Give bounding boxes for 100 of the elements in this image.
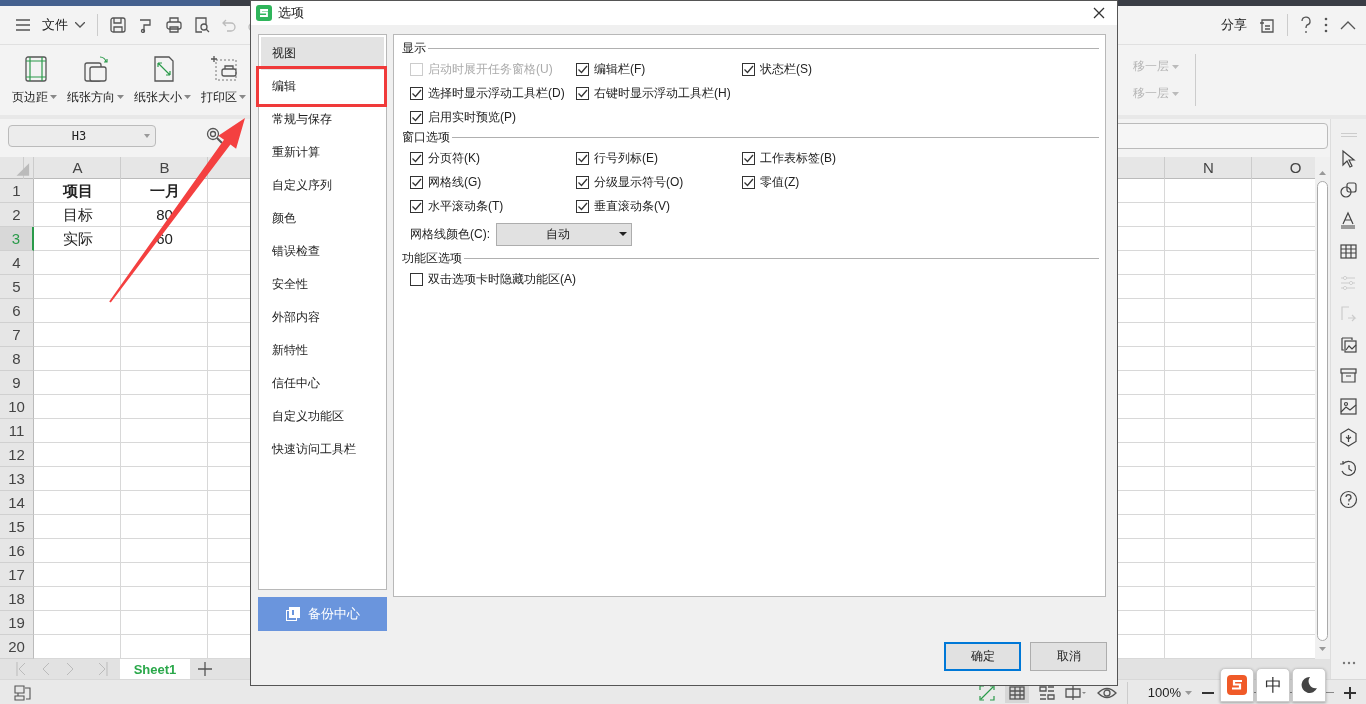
- ime-moon-key[interactable]: [1292, 668, 1326, 702]
- table-icon[interactable]: [1339, 242, 1358, 261]
- checkbox[interactable]: 分页符(K): [410, 149, 480, 167]
- checkbox[interactable]: 选择时显示浮动工具栏(D): [410, 84, 565, 102]
- ime-mode-key[interactable]: 中: [1256, 668, 1290, 702]
- save-icon[interactable]: [110, 17, 126, 33]
- category-item[interactable]: 快速访问工具栏: [261, 433, 384, 466]
- category-item[interactable]: 安全性: [261, 268, 384, 301]
- checkbox[interactable]: 分级显示符号(O): [576, 173, 684, 191]
- eye-icon[interactable]: [1096, 685, 1117, 700]
- cursor-icon[interactable]: [1339, 149, 1358, 168]
- text-style-icon[interactable]: [1339, 211, 1358, 230]
- print-preview-icon[interactable]: [194, 17, 210, 33]
- document-add-icon[interactable]: [1259, 17, 1275, 33]
- more-icon[interactable]: [1324, 17, 1328, 33]
- category-item[interactable]: 重新计算: [261, 136, 384, 169]
- device-icon[interactable]: [14, 684, 32, 701]
- checkbox[interactable]: 零值(Z): [742, 173, 800, 191]
- row-header[interactable]: 13: [0, 467, 34, 491]
- row-header[interactable]: 7: [0, 323, 34, 347]
- ime-logo-key[interactable]: [1220, 668, 1254, 702]
- row-header[interactable]: 2: [0, 203, 34, 227]
- page-break-icon[interactable]: [1064, 684, 1087, 701]
- hexagon-icon[interactable]: [1339, 428, 1358, 447]
- row-header[interactable]: 1: [0, 179, 34, 203]
- checkmark-icon: [411, 152, 422, 164]
- add-sheet-icon[interactable]: [198, 662, 212, 676]
- zoom-in-icon[interactable]: [1344, 686, 1356, 699]
- checkbox[interactable]: 行号列标(E): [576, 149, 658, 167]
- scrollbar-thumb[interactable]: [1317, 181, 1328, 641]
- collapse-icon[interactable]: [1340, 20, 1356, 30]
- category-item[interactable]: 编辑: [258, 68, 385, 105]
- menu-icon[interactable]: [16, 19, 30, 31]
- share-button[interactable]: 分享: [1221, 16, 1247, 34]
- checkbox[interactable]: 垂直滚动条(V): [576, 197, 670, 215]
- category-item[interactable]: 视图: [261, 37, 384, 70]
- dialog-button[interactable]: 取消: [1030, 641, 1107, 671]
- help-icon[interactable]: [1300, 16, 1312, 34]
- dialog-button[interactable]: 确定: [944, 641, 1021, 671]
- category-item[interactable]: 外部内容: [261, 301, 384, 334]
- column-header[interactable]: N: [1165, 157, 1252, 179]
- category-item[interactable]: 常规与保存: [261, 103, 384, 136]
- drag-handle-icon[interactable]: [1340, 133, 1357, 137]
- row-header[interactable]: 5: [0, 275, 34, 299]
- close-icon[interactable]: [1093, 7, 1105, 19]
- category-item[interactable]: 自定义序列: [261, 169, 384, 202]
- caret-icon: [117, 95, 124, 99]
- row-header[interactable]: 6: [0, 299, 34, 323]
- row-header[interactable]: 11: [0, 419, 34, 443]
- checkbox[interactable]: 网格线(G): [410, 173, 482, 191]
- row-header[interactable]: 17: [0, 563, 34, 587]
- checkbox[interactable]: 状态栏(S): [742, 60, 812, 78]
- file-menu[interactable]: 文件: [42, 16, 85, 34]
- checkmark-icon: [411, 176, 422, 188]
- history-icon[interactable]: [1339, 459, 1358, 478]
- column-header[interactable]: A: [34, 157, 121, 179]
- checkbox[interactable]: 双击选项卡时隐藏功能区(A): [410, 270, 576, 288]
- category-item[interactable]: 错误检查: [261, 235, 384, 268]
- more-icon[interactable]: [1341, 661, 1356, 665]
- row-header[interactable]: 15: [0, 515, 34, 539]
- section-title: 功能区选项: [402, 250, 462, 267]
- zoom-icon[interactable]: [206, 127, 224, 145]
- color-dropdown[interactable]: 自动: [496, 222, 632, 246]
- format-painter-icon[interactable]: [138, 17, 154, 33]
- row-header[interactable]: 19: [0, 611, 34, 635]
- category-item[interactable]: 自定义功能区: [261, 400, 384, 433]
- page-layout-icon[interactable]: [1038, 685, 1055, 700]
- category-item[interactable]: 颜色: [261, 202, 384, 235]
- fullscreen-icon[interactable]: [978, 684, 995, 701]
- shapes-icon[interactable]: [1339, 180, 1358, 199]
- ribbon-button[interactable]: 纸张大小: [134, 54, 191, 106]
- checkbox[interactable]: 启用实时预览(P): [410, 108, 516, 126]
- checkbox[interactable]: 工作表标签(B): [742, 149, 836, 167]
- archive-icon[interactable]: [1339, 366, 1358, 385]
- category-item[interactable]: 信任中心: [261, 367, 384, 400]
- row-header[interactable]: 12: [0, 443, 34, 467]
- row-header[interactable]: 20: [0, 635, 34, 659]
- checkbox[interactable]: 右键时显示浮动工具栏(H): [576, 84, 731, 102]
- zoom-out-icon[interactable]: [1202, 691, 1214, 694]
- row-header[interactable]: 10: [0, 395, 34, 419]
- checkbox[interactable]: 编辑栏(F): [576, 60, 646, 78]
- row-header[interactable]: 14: [0, 491, 34, 515]
- print-icon[interactable]: [166, 17, 182, 33]
- checkbox[interactable]: 水平滚动条(T): [410, 197, 504, 215]
- image-gallery-icon[interactable]: [1339, 335, 1358, 354]
- ribbon-button[interactable]: 打印区: [201, 54, 246, 106]
- zoom-level-button[interactable]: 100%: [1147, 685, 1192, 700]
- category-item[interactable]: 新特性: [261, 334, 384, 367]
- row-header[interactable]: 18: [0, 587, 34, 611]
- row-header[interactable]: 9: [0, 371, 34, 395]
- column-header[interactable]: B: [121, 157, 208, 179]
- row-header[interactable]: 4: [0, 251, 34, 275]
- name-box[interactable]: H3: [8, 125, 156, 147]
- ribbon-button[interactable]: 页边距: [12, 54, 57, 106]
- column-header[interactable]: O: [1252, 157, 1315, 179]
- row-header[interactable]: 8: [0, 347, 34, 371]
- row-header[interactable]: 16: [0, 539, 34, 563]
- help-icon[interactable]: [1339, 490, 1358, 509]
- ribbon-button[interactable]: 纸张方向: [67, 54, 124, 106]
- image-icon[interactable]: [1339, 397, 1358, 416]
